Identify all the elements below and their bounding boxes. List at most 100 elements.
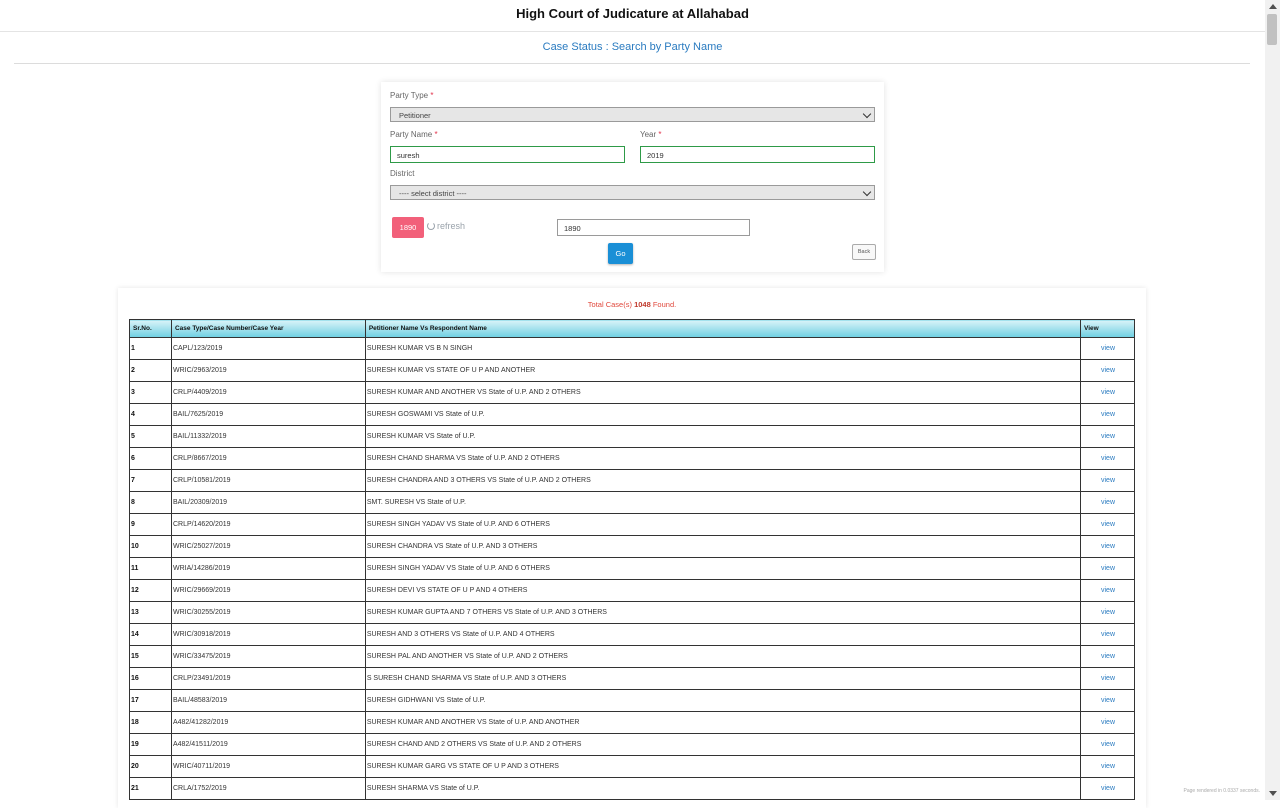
view-link[interactable]: view — [1080, 557, 1135, 580]
cell-parties: SURESH PAL AND ANOTHER VS State of U.P. … — [364, 645, 1082, 668]
view-link[interactable]: view — [1080, 667, 1135, 690]
party-type-select[interactable]: Petitioner — [390, 107, 875, 122]
cell-srno: 8 — [129, 491, 172, 514]
cell-case-number: CAPL/123/2019 — [170, 337, 366, 360]
table-row: 3 CRLP/4409/2019 SURESH KUMAR AND ANOTHER … — [129, 381, 1135, 404]
cell-srno: 5 — [129, 425, 172, 448]
divider — [14, 63, 1250, 64]
year-input[interactable]: 2019 — [640, 146, 875, 163]
cell-case-number: CRLA/1752/2019 — [170, 777, 366, 800]
captcha-input[interactable]: 1890 — [557, 219, 750, 236]
cell-parties: SURESH KUMAR AND ANOTHER VS State of U.P… — [364, 711, 1082, 734]
cell-parties: SURESH SINGH YADAV VS State of U.P. AND … — [364, 557, 1082, 580]
scrollbar-thumb[interactable] — [1267, 14, 1277, 45]
cell-srno: 21 — [129, 777, 172, 800]
cell-parties: SURESH KUMAR GUPTA AND 7 OTHERS VS State… — [364, 601, 1082, 624]
view-link[interactable]: view — [1080, 623, 1135, 646]
total-count: 1048 — [634, 300, 651, 309]
view-link[interactable]: view — [1080, 601, 1135, 624]
cell-srno: 20 — [129, 755, 172, 778]
render-time-note: Page rendered in 0.0337 seconds. — [1183, 788, 1260, 794]
column-header-parties: Petitioner Name Vs Respondent Name — [364, 319, 1082, 338]
cell-case-number: A482/41282/2019 — [170, 711, 366, 734]
view-link[interactable]: view — [1080, 689, 1135, 712]
cell-srno: 1 — [129, 337, 172, 360]
table-row: 13 WRIC/30255/2019 SURESH KUMAR GUPTA AND … — [129, 601, 1135, 624]
view-link[interactable]: view — [1080, 777, 1135, 800]
view-link[interactable]: view — [1080, 513, 1135, 536]
cell-case-number: BAIL/7625/2019 — [170, 403, 366, 426]
chevron-down-icon — [862, 187, 872, 197]
cell-case-number: CRLP/14620/2019 — [170, 513, 366, 536]
scroll-up-arrow-icon[interactable] — [1269, 4, 1277, 9]
district-select[interactable]: ---- select district ---- — [390, 185, 875, 200]
table-row: 2 WRIC/2963/2019 SURESH KUMAR VS STATE OF … — [129, 359, 1135, 382]
cell-srno: 6 — [129, 447, 172, 470]
cell-case-number: WRIA/14286/2019 — [170, 557, 366, 580]
cell-parties: SURESH KUMAR GARG VS STATE OF U P AND 3 … — [364, 755, 1082, 778]
refresh-captcha-link[interactable]: refresh — [427, 221, 465, 231]
view-link[interactable]: view — [1080, 733, 1135, 756]
view-link[interactable]: view — [1080, 469, 1135, 492]
table-row: 8 BAIL/20309/2019 SMT. SURESH VS State of … — [129, 491, 1135, 514]
table-row: 10 WRIC/25027/2019 SURESH CHANDRA VS State… — [129, 535, 1135, 558]
search-form: Party Type * Petitioner Party Name * sur… — [381, 82, 884, 272]
cell-case-number: WRIC/33475/2019 — [170, 645, 366, 668]
view-link[interactable]: view — [1080, 381, 1135, 404]
cell-srno: 15 — [129, 645, 172, 668]
view-link[interactable]: view — [1080, 535, 1135, 558]
view-link[interactable]: view — [1080, 755, 1135, 778]
party-type-value: Petitioner — [399, 111, 431, 120]
table-row: 18 A482/41282/2019 SURESH KUMAR AND ANOTHE… — [129, 711, 1135, 734]
cell-case-number: WRIC/25027/2019 — [170, 535, 366, 558]
cell-srno: 2 — [129, 359, 172, 382]
column-header-case: Case Type/Case Number/Case Year — [170, 319, 366, 338]
table-row: 15 WRIC/33475/2019 SURESH PAL AND ANOTHER … — [129, 645, 1135, 668]
view-link[interactable]: view — [1080, 447, 1135, 470]
view-link[interactable]: view — [1080, 711, 1135, 734]
cell-case-number: CRLP/8667/2019 — [170, 447, 366, 470]
table-row: 9 CRLP/14620/2019 SURESH SINGH YADAV VS St… — [129, 513, 1135, 536]
view-link[interactable]: view — [1080, 491, 1135, 514]
cell-case-number: WRIC/2963/2019 — [170, 359, 366, 382]
district-value: ---- select district ---- — [399, 189, 467, 198]
refresh-label: refresh — [437, 221, 466, 231]
view-link[interactable]: view — [1080, 645, 1135, 668]
cell-srno: 11 — [129, 557, 172, 580]
view-link[interactable]: view — [1080, 403, 1135, 426]
cell-parties: SURESH SHARMA VS State of U.P. — [364, 777, 1082, 800]
site-title: High Court of Judicature at Allahabad — [516, 6, 749, 21]
cell-parties: SURESH CHANDRA VS State of U.P. AND 3 OT… — [364, 535, 1082, 558]
cell-srno: 7 — [129, 469, 172, 492]
view-link[interactable]: view — [1080, 425, 1135, 448]
cell-srno: 19 — [129, 733, 172, 756]
view-link[interactable]: view — [1080, 359, 1135, 382]
cell-parties: SURESH DEVI VS STATE OF U P AND 4 OTHERS — [364, 579, 1082, 602]
table-header-row: Sr.No. Case Type/Case Number/Case Year P… — [129, 319, 1135, 338]
view-link[interactable]: view — [1080, 337, 1135, 360]
cell-case-number: CRLP/10581/2019 — [170, 469, 366, 492]
vertical-scrollbar[interactable] — [1265, 0, 1280, 800]
cell-srno: 16 — [129, 667, 172, 690]
cell-parties: S SURESH CHAND SHARMA VS State of U.P. A… — [364, 667, 1082, 690]
party-name-label: Party Name * — [390, 130, 438, 139]
cell-srno: 9 — [129, 513, 172, 536]
table-row: 5 BAIL/11332/2019 SURESH KUMAR VS State of… — [129, 425, 1135, 448]
cell-case-number: BAIL/20309/2019 — [170, 491, 366, 514]
back-button[interactable]: Back — [852, 244, 876, 260]
cell-parties: SURESH GIDHWANI VS State of U.P. — [364, 689, 1082, 712]
cell-srno: 18 — [129, 711, 172, 734]
cell-srno: 17 — [129, 689, 172, 712]
view-link[interactable]: view — [1080, 579, 1135, 602]
table-row: 7 CRLP/10581/2019 SURESH CHANDRA AND 3 OTH… — [129, 469, 1135, 492]
party-type-label: Party Type * — [390, 91, 434, 100]
scroll-down-arrow-icon[interactable] — [1269, 791, 1277, 796]
go-button[interactable]: Go — [608, 243, 633, 264]
party-name-input[interactable]: suresh — [390, 146, 625, 163]
cell-parties: SURESH CHAND AND 2 OTHERS VS State of U.… — [364, 733, 1082, 756]
year-label: Year * — [640, 130, 662, 139]
results-panel: Total Case(s) 1048 Found. Sr.No. Case Ty… — [118, 288, 1146, 808]
cell-parties: SURESH KUMAR AND ANOTHER VS State of U.P… — [364, 381, 1082, 404]
cell-case-number: CRLP/4409/2019 — [170, 381, 366, 404]
district-label: District — [390, 169, 415, 178]
